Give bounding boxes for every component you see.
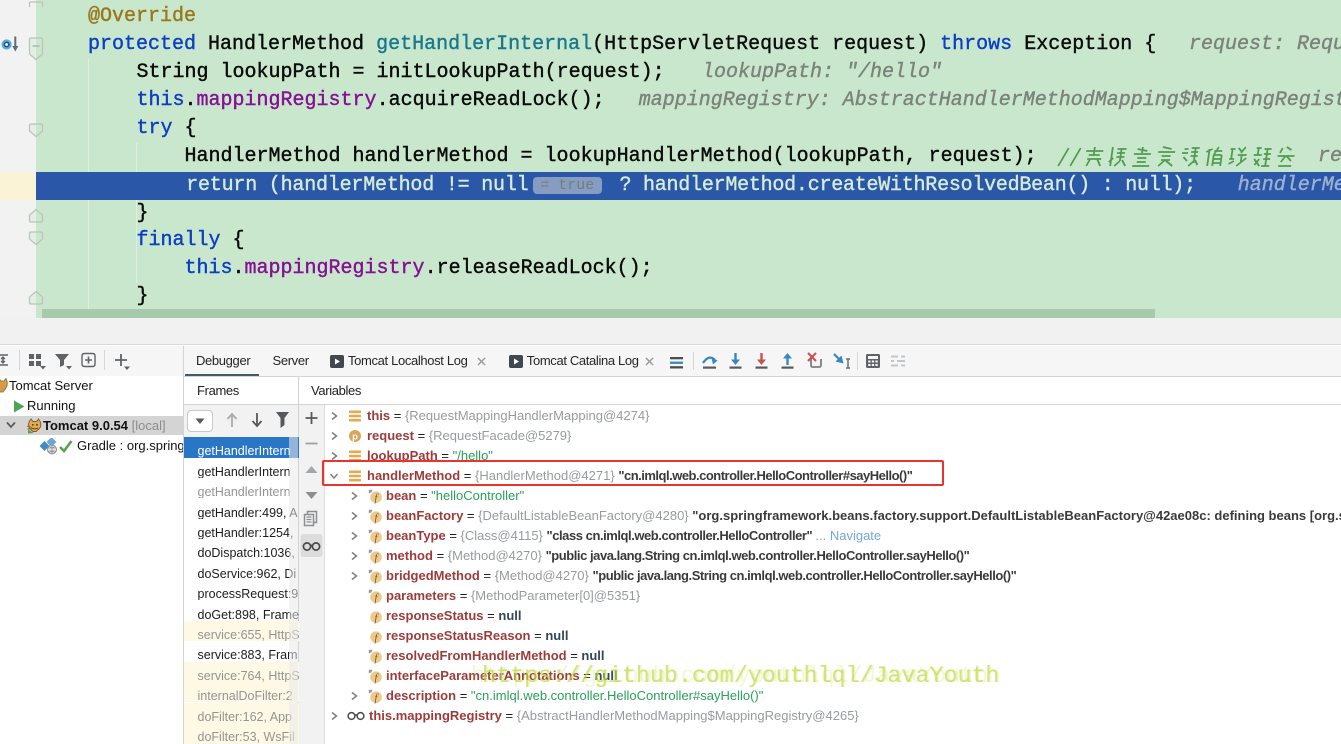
svg-text:p: p [352, 431, 358, 442]
